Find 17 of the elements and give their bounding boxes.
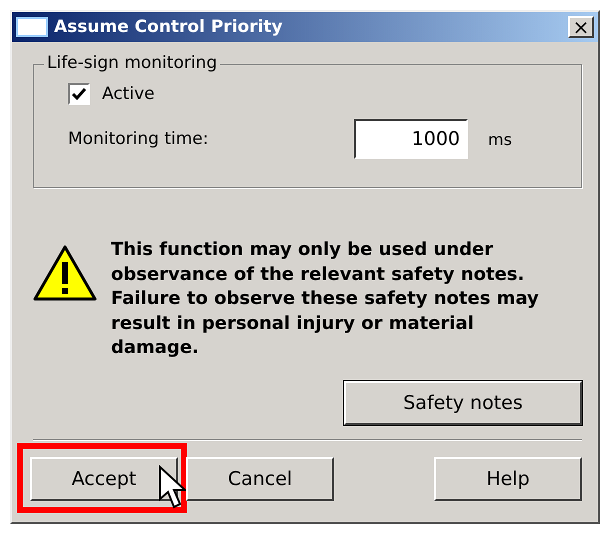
group-title: Life-sign monitoring [44,53,220,73]
warning-text: This function may only be used under observance of the relevant safety notes. Failure to observe these safety notes may result in personal injury or material damage. [111,238,540,360]
safety-notes-button[interactable]: Safety notes [344,380,582,424]
dialog-button[interactable]: Cancel [186,456,334,500]
window-title: Assume Control Priority [54,17,284,37]
checkbox[interactable] [68,83,90,105]
input-field[interactable]: 1000 [354,119,468,159]
dialog-button[interactable]: Accept [30,456,178,500]
cursor-icon [158,464,188,510]
field-label: Monitoring time: [68,129,210,149]
unit-label: ms [488,130,512,148]
checkbox-label: Active [102,84,155,104]
close-button[interactable]: × [568,16,594,38]
dialog-button[interactable]: Help [434,456,582,500]
warning-icon [33,244,97,302]
check-icon [72,88,86,100]
window-icon [16,17,48,37]
